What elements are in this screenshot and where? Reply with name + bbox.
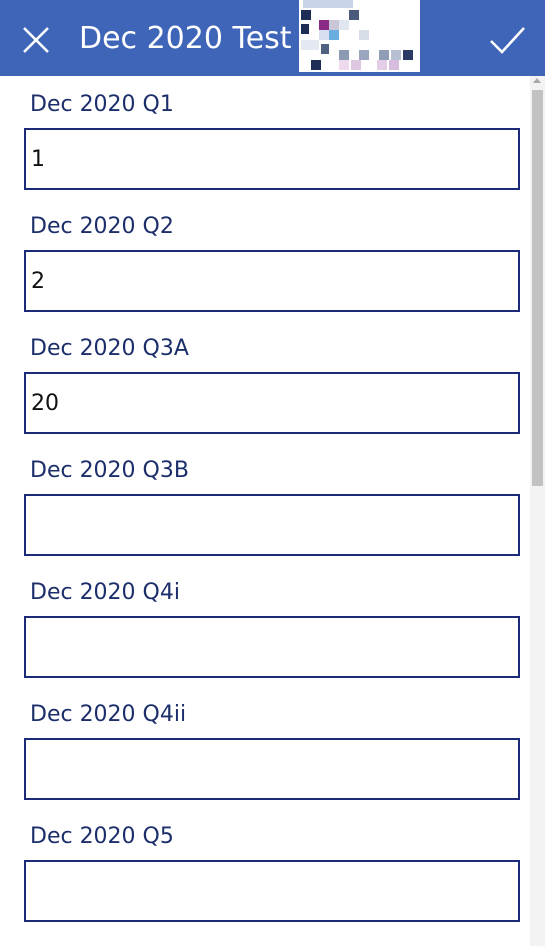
field-label-q1: Dec 2020 Q1 xyxy=(30,92,174,117)
field-label-q3b: Dec 2020 Q3B xyxy=(30,458,189,483)
form-body: Dec 2020 Q1 Dec 2020 Q2 Dec 2020 Q3A Dec… xyxy=(0,76,530,946)
field-label-q4i: Dec 2020 Q4i xyxy=(30,580,180,605)
field-label-q3a: Dec 2020 Q3A xyxy=(30,336,189,361)
field-input-q4i[interactable] xyxy=(24,616,520,678)
pixelated-logo xyxy=(299,0,420,72)
form-title: Dec 2020 Test xyxy=(79,21,292,56)
field-input-q2[interactable] xyxy=(24,250,520,312)
close-button[interactable] xyxy=(16,20,56,60)
field-input-q5[interactable] xyxy=(24,860,520,922)
close-icon xyxy=(23,27,49,53)
field-input-q3a[interactable] xyxy=(24,372,520,434)
app-header: Dec 2020 Test xyxy=(0,0,545,76)
field-label-q4ii: Dec 2020 Q4ii xyxy=(30,702,187,727)
vertical-scrollbar[interactable] xyxy=(530,76,545,946)
field-label-q2: Dec 2020 Q2 xyxy=(30,214,174,239)
scrollbar-thumb[interactable] xyxy=(532,90,543,486)
checkmark-icon xyxy=(490,27,525,54)
field-input-q1[interactable] xyxy=(24,128,520,190)
field-label-q5: Dec 2020 Q5 xyxy=(30,824,174,849)
submit-button[interactable] xyxy=(486,20,530,60)
scroll-up-arrow-icon[interactable] xyxy=(533,78,541,83)
field-input-q4ii[interactable] xyxy=(24,738,520,800)
field-input-q3b[interactable] xyxy=(24,494,520,556)
